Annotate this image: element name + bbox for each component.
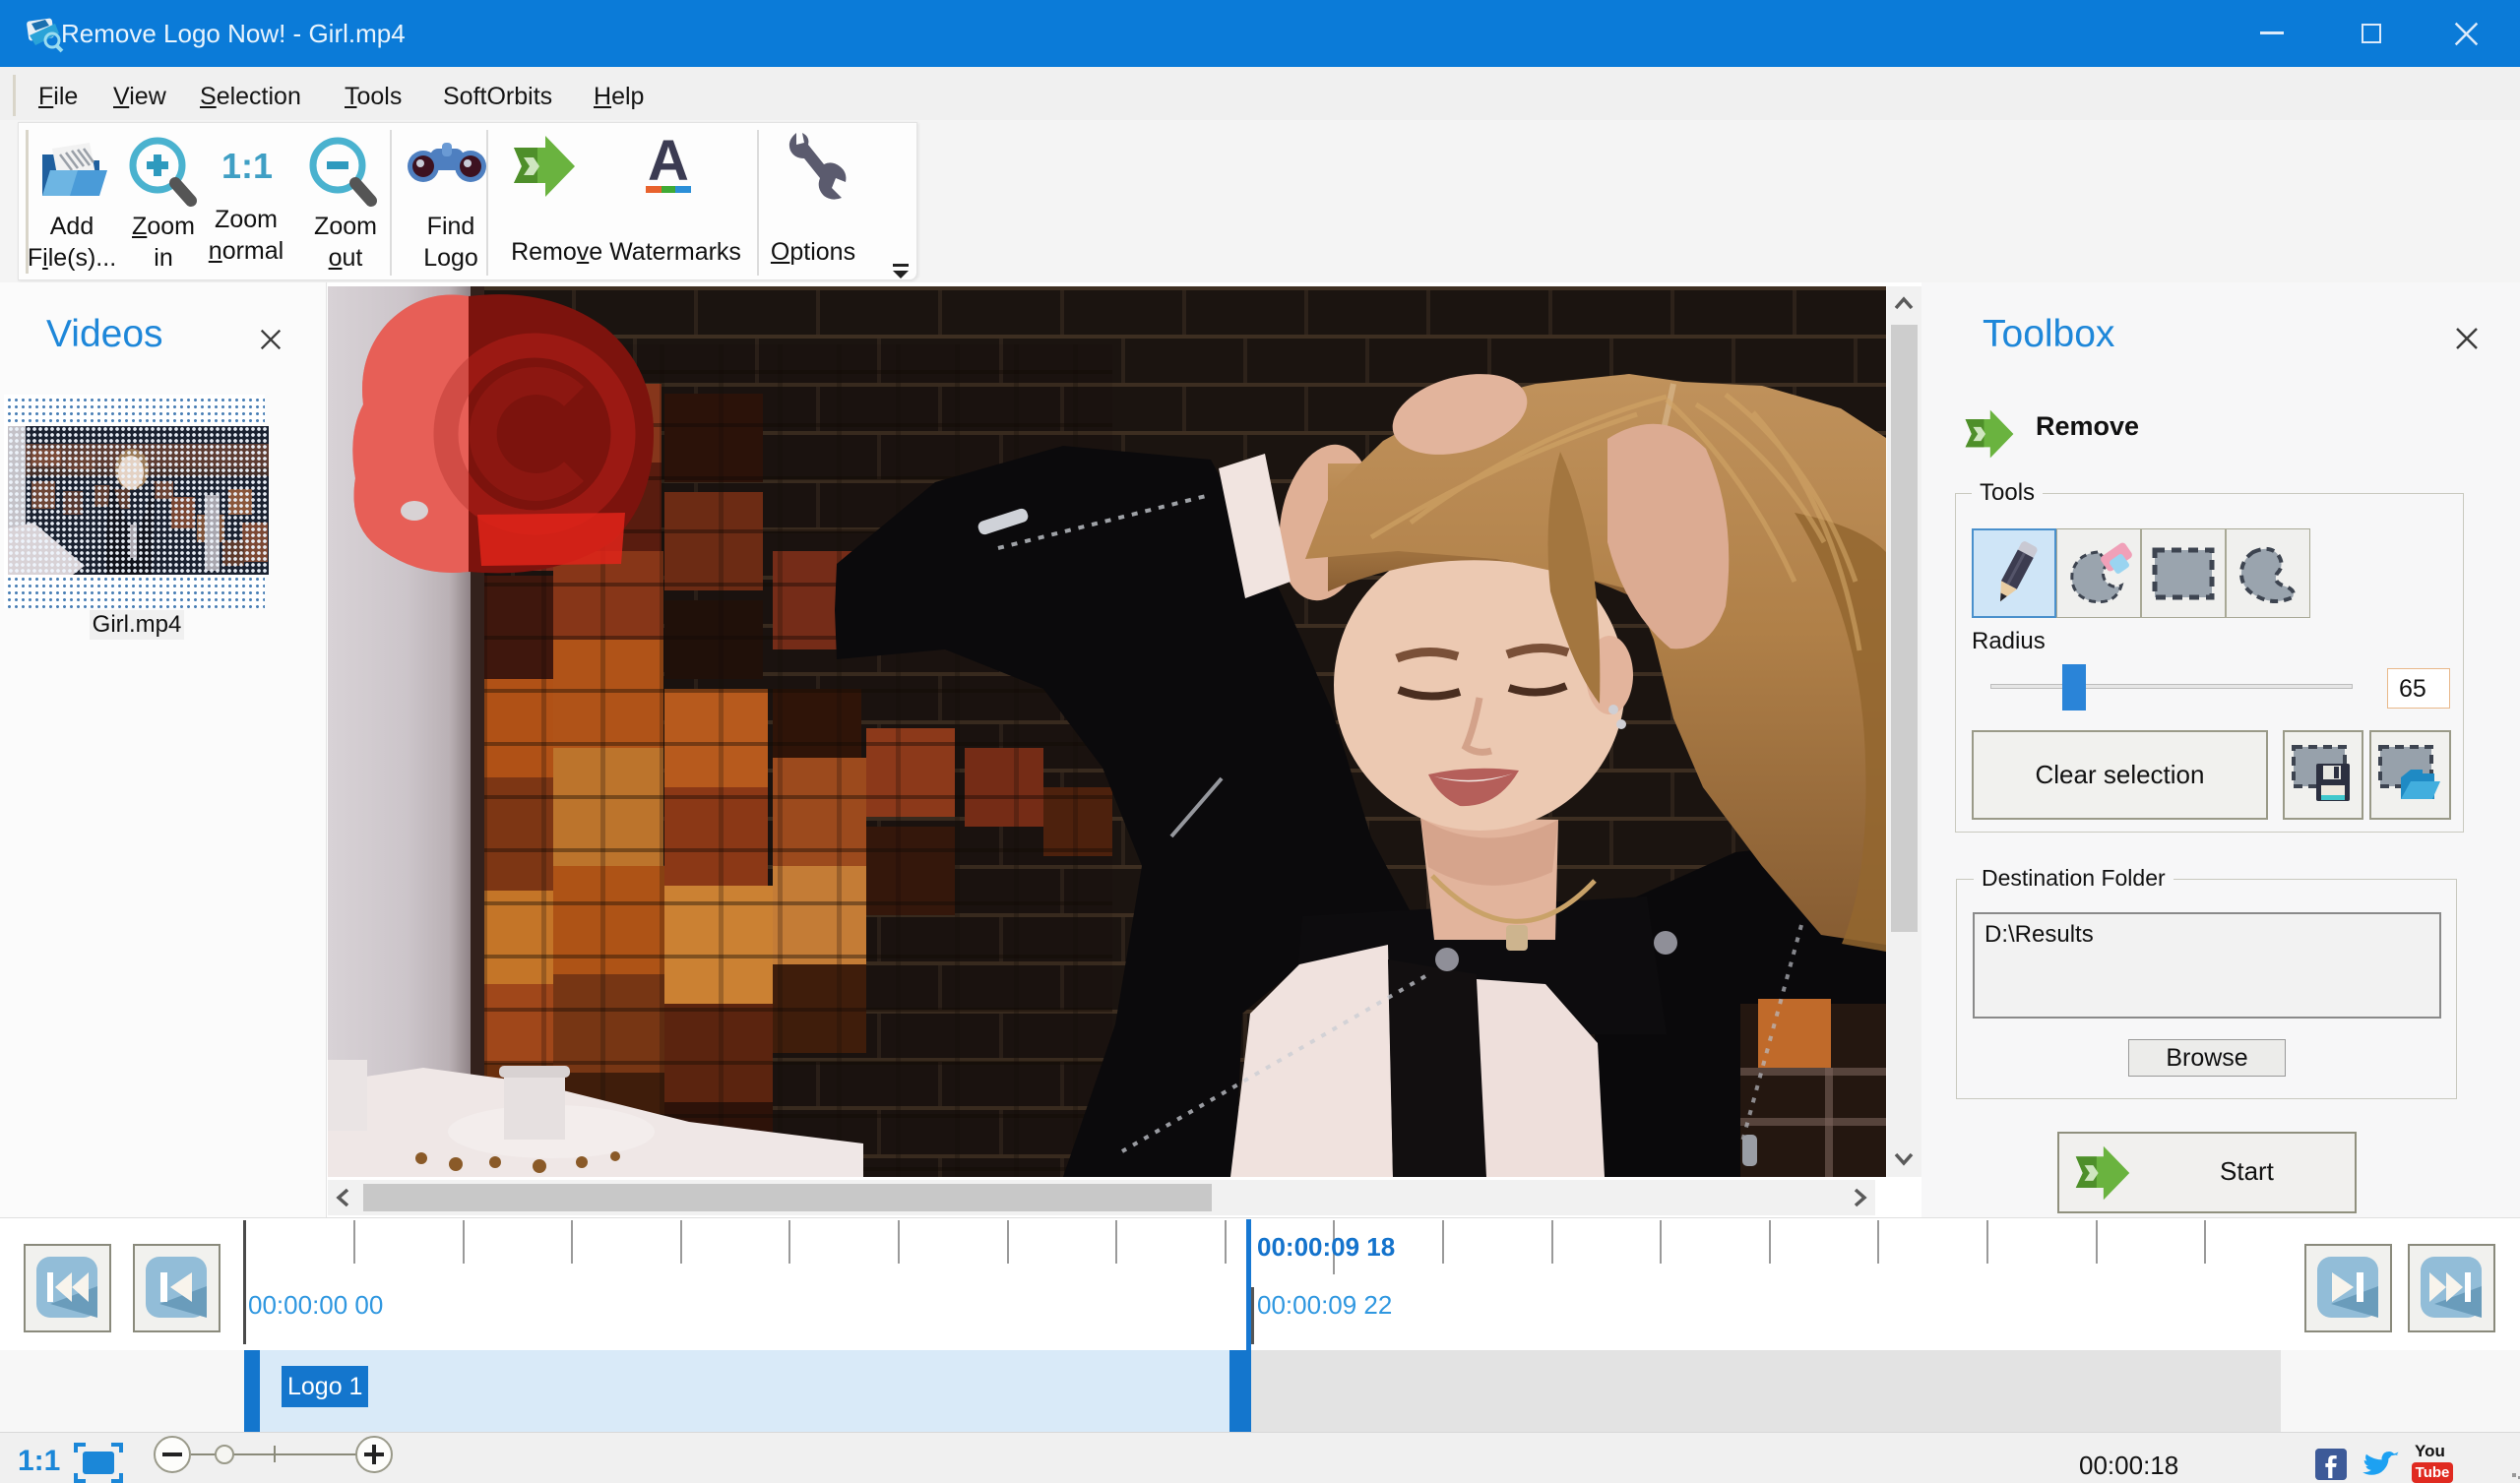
svg-text:A: A [648,131,689,193]
